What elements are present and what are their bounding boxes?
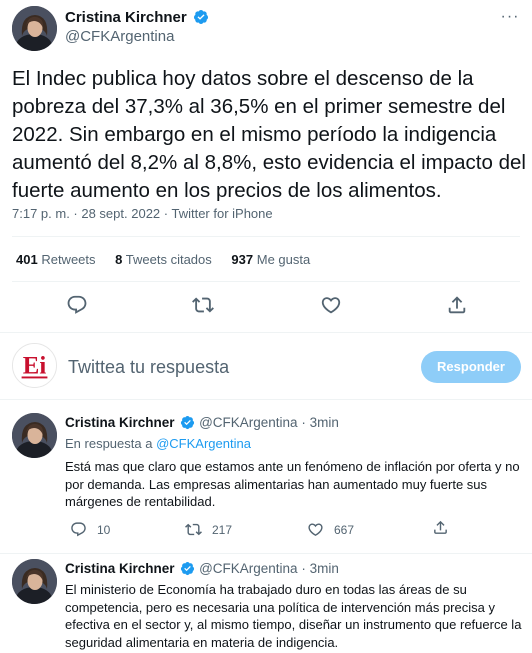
- divider: [0, 399, 532, 400]
- ei-logo-icon: Ei: [13, 344, 56, 387]
- author-handle[interactable]: @CFKArgentina: [65, 28, 174, 45]
- reply-time[interactable]: 3min: [310, 415, 339, 430]
- reply-likes-count: 667: [334, 522, 355, 537]
- reply-author-avatar[interactable]: [12, 413, 57, 458]
- author-name-row[interactable]: Cristina Kirchner: [65, 9, 209, 27]
- reply-author-name[interactable]: Cristina Kirchner: [65, 561, 175, 576]
- likes-label: Me gusta: [256, 252, 311, 267]
- tweet-text: El Indec publica hoy datos sobre el desc…: [12, 67, 526, 202]
- author-avatar[interactable]: [12, 6, 57, 51]
- quotes-label: Tweets citados: [125, 252, 212, 267]
- retweets-stat[interactable]: 401 Retweets: [16, 252, 96, 267]
- current-user-avatar[interactable]: Ei: [12, 343, 57, 388]
- avatar-photo: [12, 559, 57, 604]
- divider: [12, 236, 520, 237]
- reply-share-button[interactable]: [432, 519, 459, 536]
- share-button[interactable]: [446, 294, 468, 316]
- verified-badge-icon: [181, 561, 195, 576]
- reply-icon: [67, 295, 87, 314]
- reply-input[interactable]: Twittea tu respuesta: [68, 357, 229, 378]
- reply-author-name[interactable]: Cristina Kirchner: [65, 415, 175, 430]
- reply-text: Está mas que claro que estamos ante un f…: [65, 459, 520, 509]
- reply-reply-button[interactable]: 10: [70, 521, 110, 538]
- quotes-count: 8: [115, 252, 123, 267]
- reply-submit-button[interactable]: Responder: [421, 351, 521, 383]
- separator-dot: ·: [301, 415, 306, 430]
- reply-to-line: En respuesta a @CFKArgentina: [65, 436, 251, 451]
- avatar-photo: [12, 413, 57, 458]
- reply-icon: [71, 522, 86, 537]
- reply-retweets-count: 217: [212, 522, 233, 537]
- reply-replies-count: 10: [97, 522, 111, 537]
- reply-author-handle[interactable]: @CFKArgentina: [199, 561, 298, 576]
- separator-dot: ·: [301, 561, 306, 576]
- reply-to-prefix: En respuesta a: [65, 436, 153, 451]
- likes-stat[interactable]: 937 Me gusta: [231, 252, 310, 267]
- quotes-stat[interactable]: 8 Tweets citados: [115, 252, 212, 267]
- retweet-button[interactable]: [192, 294, 214, 316]
- share-icon: [448, 296, 466, 314]
- tweet-metadata[interactable]: 7:17 p. m. · 28 sept. 2022 · Twitter for…: [12, 206, 273, 221]
- like-button[interactable]: [320, 294, 342, 316]
- tweet-stats: 401 Retweets 8 Tweets citados 937 Me gus…: [16, 252, 326, 267]
- reply-author-handle[interactable]: @CFKArgentina: [199, 415, 298, 430]
- reply-to-handle-link[interactable]: @CFKArgentina: [156, 436, 251, 451]
- divider: [12, 281, 520, 282]
- reply-retweet-button[interactable]: 217: [185, 521, 232, 538]
- reply-header: Cristina Kirchner @CFKArgentina · 3min: [65, 561, 339, 576]
- reply-time[interactable]: 3min: [310, 561, 339, 576]
- share-icon: [434, 520, 447, 534]
- reply-header: Cristina Kirchner @CFKArgentina · 3min: [65, 415, 339, 430]
- like-icon: [321, 297, 341, 314]
- author-name[interactable]: Cristina Kirchner: [65, 9, 187, 26]
- reply-text: El ministerio de Economía ha trabajado d…: [65, 582, 522, 650]
- divider: [0, 553, 532, 554]
- retweets-label: Retweets: [41, 252, 96, 267]
- reply-like-button[interactable]: 667: [307, 521, 354, 538]
- retweet-icon: [192, 297, 214, 313]
- ei-logo-text: Ei: [23, 353, 47, 380]
- reply-author-avatar[interactable]: [12, 559, 57, 604]
- divider: [0, 332, 532, 333]
- verified-badge-icon: [181, 415, 195, 430]
- more-options-button[interactable]: ···: [498, 8, 522, 32]
- reply-button[interactable]: [66, 294, 88, 316]
- retweets-count: 401: [16, 252, 38, 267]
- avatar-photo: [12, 6, 57, 51]
- retweet-icon: [185, 523, 202, 536]
- verified-badge-icon: [194, 10, 209, 24]
- like-icon: [308, 523, 323, 536]
- likes-count: 937: [231, 252, 254, 267]
